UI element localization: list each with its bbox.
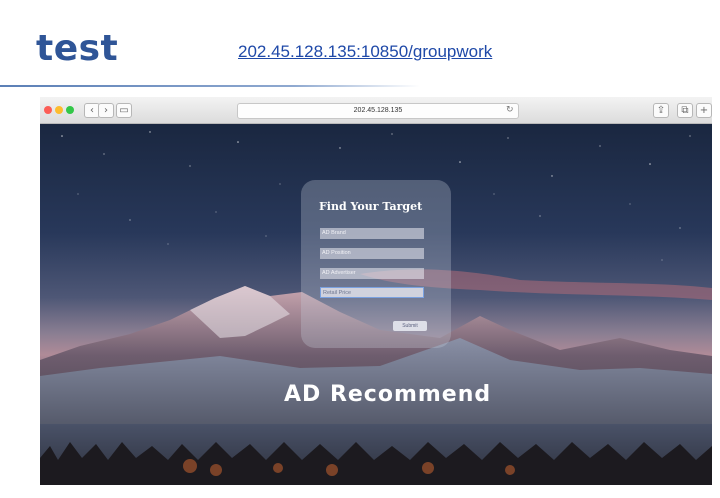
browser-screenshot: ‹ › ▭ 202.45.128.135 ↻ ⇪ ⧉ + Find Your T…	[40, 97, 712, 485]
forward-icon[interactable]: ›	[98, 103, 114, 118]
ad-brand-input[interactable]: AD Brand	[320, 228, 424, 239]
share-icon[interactable]: ⇪	[653, 103, 669, 118]
address-bar[interactable]: 202.45.128.135	[237, 103, 519, 119]
close-window-dot[interactable]	[44, 106, 52, 114]
tabs-icon[interactable]: ⧉	[677, 103, 693, 118]
groupwork-url-link[interactable]: 202.45.128.135:10850/groupwork	[238, 42, 492, 62]
ad-position-input[interactable]: AD Position	[320, 248, 424, 259]
slide-title: test	[36, 28, 119, 69]
retail-price-input[interactable]: Retail Price	[320, 287, 424, 298]
title-underline	[0, 85, 420, 87]
zoom-window-dot[interactable]	[66, 106, 74, 114]
submit-button[interactable]: Submit	[393, 321, 427, 331]
search-form-panel: Find Your Target AD Brand AD Position AD…	[301, 180, 451, 348]
reload-icon[interactable]: ↻	[506, 103, 514, 117]
sidebar-icon[interactable]: ▭	[116, 103, 132, 118]
page-viewport: Find Your Target AD Brand AD Position AD…	[40, 124, 712, 485]
form-title: Find Your Target	[319, 200, 423, 213]
browser-toolbar: ‹ › ▭ 202.45.128.135 ↻ ⇪ ⧉ +	[40, 97, 712, 124]
ad-recommend-brand-text: AD Recommend	[284, 382, 492, 407]
ad-advertiser-input[interactable]: AD Advertiser	[320, 268, 424, 279]
new-tab-icon[interactable]: +	[696, 103, 712, 118]
minimize-window-dot[interactable]	[55, 106, 63, 114]
